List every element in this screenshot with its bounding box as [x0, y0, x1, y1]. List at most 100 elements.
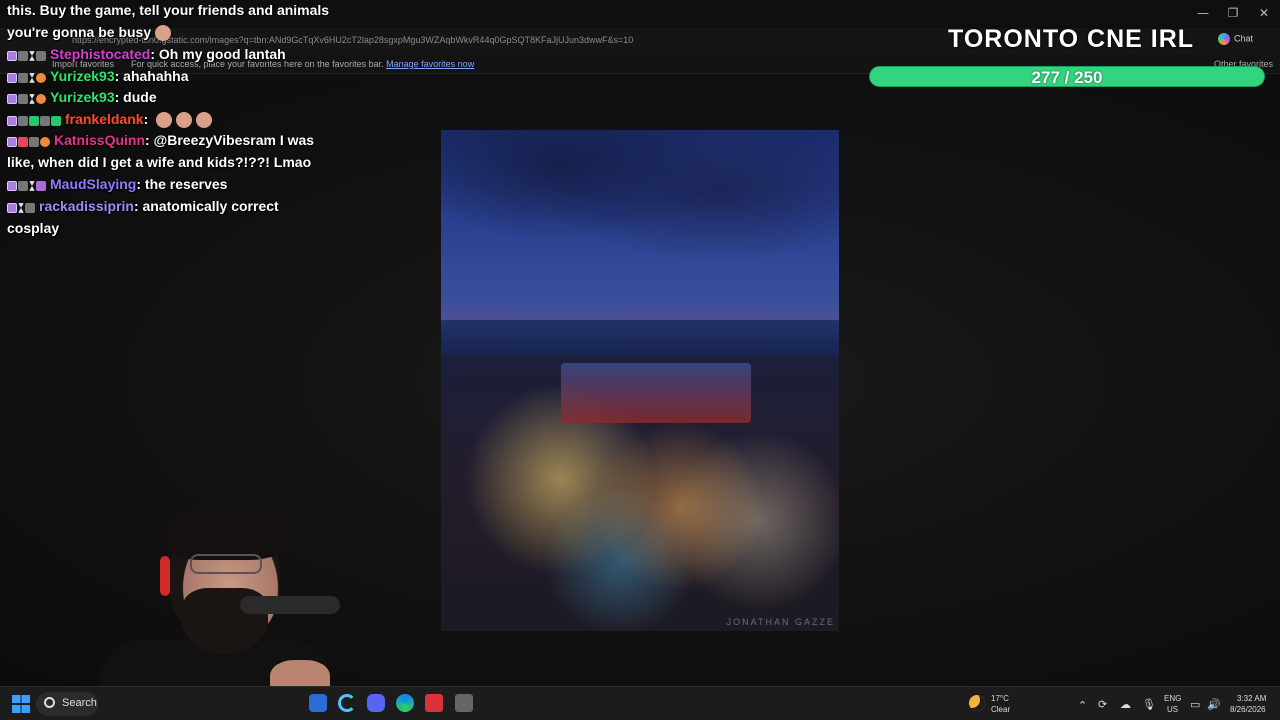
chat-badges: [7, 67, 47, 89]
search-icon: [44, 697, 55, 708]
tray-overflow-icon[interactable]: ⌃: [1078, 699, 1087, 712]
badge-icon: [29, 115, 39, 126]
chat-badges: [7, 197, 36, 219]
minimize-icon[interactable]: —: [1188, 6, 1218, 22]
chat-username[interactable]: rackadissiprin: [39, 198, 134, 214]
language-top[interactable]: ENG: [1164, 694, 1181, 703]
headset-icon: [160, 556, 170, 596]
cloud-icon[interactable]: ☁: [1120, 698, 1131, 711]
windows-start-icon[interactable]: [12, 695, 30, 713]
hourglass-badge-icon: [29, 50, 35, 61]
glasses-icon: [190, 554, 262, 574]
hourglass-badge-icon: [18, 202, 24, 213]
chat-line-partial: this. Buy the game, tell your friends an…: [7, 0, 337, 22]
badge-icon: [18, 93, 28, 104]
chat-text: dude: [123, 89, 157, 105]
badge-icon: [51, 115, 61, 126]
chat-badges: [7, 175, 47, 197]
hourglass-badge-icon: [29, 180, 35, 191]
goal-text: 277 / 250: [1031, 68, 1103, 87]
language-bottom[interactable]: US: [1167, 705, 1178, 714]
cne-city-photo[interactable]: JONATHAN GAZZE: [441, 130, 839, 631]
chat-text: ahahahha: [123, 68, 189, 84]
chat-emote-icon: [155, 25, 172, 42]
streamer-hair: [164, 504, 286, 560]
chat-badges: [7, 131, 51, 153]
app-icon[interactable]: [455, 694, 473, 712]
chat-message: Yurizek93: dude: [7, 87, 337, 109]
clock-time[interactable]: 3:32 AM: [1237, 694, 1266, 703]
chat-text: you're gonna be busy: [7, 24, 152, 40]
app-icon[interactable]: [425, 694, 443, 712]
copilot-chat-button[interactable]: Chat: [1218, 33, 1253, 45]
chat-username[interactable]: MaudSlaying: [50, 176, 136, 192]
chat-badges: [7, 88, 47, 110]
network-icon[interactable]: ▭: [1190, 698, 1200, 711]
discord-icon[interactable]: [367, 694, 385, 712]
badge-icon: [18, 180, 28, 191]
hourglass-badge-icon: [29, 72, 35, 83]
badge-icon: [18, 115, 28, 126]
sync-icon[interactable]: ⟳: [1098, 698, 1107, 711]
badge-icon: [18, 136, 28, 147]
windows-taskbar: [0, 686, 1280, 720]
volume-icon[interactable]: 🔊: [1207, 698, 1221, 711]
badge-icon: [36, 93, 46, 104]
chat-username[interactable]: Stephistocated: [50, 46, 150, 62]
restore-icon[interactable]: ❐: [1218, 6, 1248, 22]
chat-message: KatnissQuinn: @BreezyVibesram I was like…: [7, 131, 315, 171]
chat-message: rackadissiprin: anatomically correct cos…: [7, 197, 279, 237]
weather-temp[interactable]: 17°C: [991, 694, 1009, 703]
photo-stadium: [561, 363, 751, 423]
chat-badges: [7, 110, 62, 132]
stream-title: TORONTO CNE IRL: [948, 25, 1195, 53]
subscriber-badge-icon: [7, 115, 17, 126]
taskbar-search-label: Search: [62, 697, 97, 709]
chat-badges: [7, 45, 47, 67]
subscriber-badge-icon: [7, 202, 17, 213]
chat-text: the reserves: [144, 176, 228, 192]
streamer-hand: [270, 660, 330, 686]
chat-emote-icon: [176, 112, 193, 129]
badge-icon: [18, 72, 28, 83]
chat-message: Yurizek93: ahahahha: [7, 66, 337, 88]
copilot-chat-label: Chat: [1234, 33, 1254, 44]
manage-favorites-link[interactable]: Manage favorites now: [386, 59, 474, 69]
hourglass-badge-icon: [29, 93, 35, 104]
subscriber-badge-icon: [7, 180, 17, 191]
microphone-icon: [240, 596, 340, 614]
clock-date[interactable]: 8/26/2026: [1230, 705, 1266, 714]
copilot-icon: [1218, 33, 1230, 45]
subscriber-badge-icon: [7, 50, 17, 61]
edge-browser-icon[interactable]: [396, 694, 414, 712]
goal-bar: 277 / 250: [869, 66, 1265, 87]
photo-clouds: [441, 130, 839, 300]
badge-icon: [36, 72, 46, 83]
steam-icon[interactable]: [309, 694, 327, 712]
chat-username[interactable]: KatnissQuinn: [54, 132, 145, 148]
chat-message: frankeldank:: [7, 109, 337, 131]
chat-username[interactable]: Yurizek93: [50, 68, 115, 84]
subscriber-badge-icon: [7, 136, 17, 147]
microphone-tray-icon[interactable]: 🎙: [1142, 698, 1156, 711]
subscriber-badge-icon: [7, 72, 17, 83]
photo-watermark: JONATHAN GAZZE: [726, 617, 835, 627]
badge-icon: [36, 180, 46, 191]
subscriber-badge-icon: [7, 93, 17, 104]
badge-icon: [40, 115, 50, 126]
chat-emote-icon: [196, 112, 213, 129]
badge-icon: [36, 50, 46, 61]
chat-username[interactable]: Yurizek93: [50, 89, 115, 105]
weather-desc[interactable]: Clear: [991, 705, 1010, 714]
close-icon[interactable]: ✕: [1249, 6, 1279, 22]
chat-message: Stephistocated: Oh my good lantah: [7, 44, 337, 66]
photo-lake: [441, 320, 839, 360]
chat-message: MaudSlaying: the reserves: [7, 174, 337, 196]
moon-weather-icon[interactable]: [969, 695, 985, 711]
badge-icon: [40, 136, 50, 147]
badge-icon: [18, 50, 28, 61]
badge-icon: [29, 136, 39, 147]
ccleaner-icon[interactable]: [338, 694, 356, 712]
chat-username[interactable]: frankeldank: [65, 111, 144, 127]
chat-emote-icon: [156, 112, 173, 129]
